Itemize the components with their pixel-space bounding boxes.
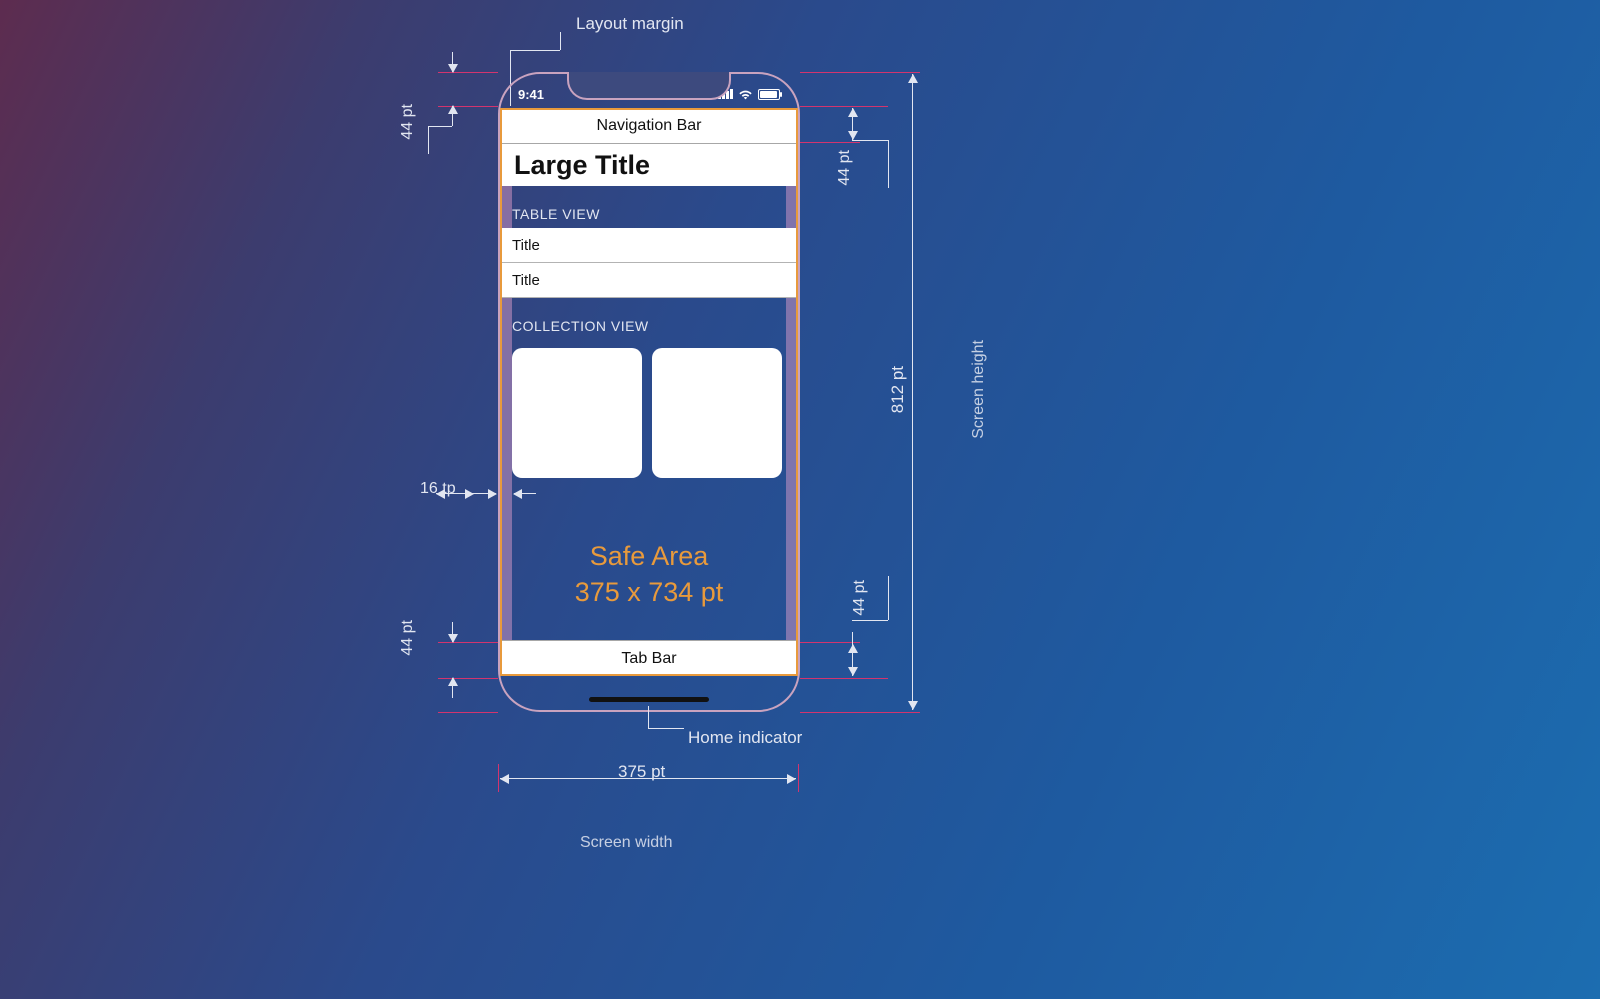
diagram-canvas: Layout margin 9:41 Navigation Bar Large … xyxy=(0,0,1600,999)
dim-margin-label: 16 tp xyxy=(420,480,456,498)
lead-line xyxy=(560,32,561,50)
dim-arrow xyxy=(452,106,453,126)
lead-line xyxy=(648,706,649,728)
dim-width-label: 375 pt xyxy=(612,762,671,782)
dim-tabbar-right-label: 44 pt xyxy=(851,580,869,616)
dim-rule xyxy=(800,642,860,643)
label-layout-margin: Layout margin xyxy=(576,14,684,34)
lead-line xyxy=(428,126,429,154)
dim-arrow xyxy=(452,678,453,698)
navigation-bar: Navigation Bar xyxy=(500,108,798,144)
dim-arrow xyxy=(452,622,453,642)
dim-rule xyxy=(800,106,888,107)
dim-rule xyxy=(438,642,498,643)
table-row: Title xyxy=(500,263,798,298)
collection-card xyxy=(512,348,642,478)
phone-frame: 9:41 Navigation Bar Large Title TABLE VI… xyxy=(498,72,800,712)
lead-line xyxy=(888,576,889,620)
lead-line xyxy=(648,728,684,729)
safe-area-title: Safe Area xyxy=(500,538,798,574)
lead-line xyxy=(428,126,452,127)
phone-notch xyxy=(567,72,731,100)
dim-arrow xyxy=(912,74,913,710)
dim-arrow xyxy=(852,108,853,140)
lead-line xyxy=(852,620,888,621)
dim-navbar-label: 44 pt xyxy=(836,150,854,186)
dim-rule xyxy=(800,72,920,73)
dim-rule xyxy=(438,712,498,713)
dim-arrow xyxy=(452,52,453,72)
label-screen-width: Screen width xyxy=(580,834,673,852)
collection-view-header: COLLECTION VIEW xyxy=(500,298,798,340)
lead-line xyxy=(852,632,853,644)
lead-line xyxy=(510,50,560,51)
safe-area-dims: 375 x 734 pt xyxy=(500,574,798,610)
safe-area-text: Safe Area 375 x 734 pt xyxy=(500,538,798,611)
dim-arrow xyxy=(474,493,496,494)
label-screen-height: Screen height xyxy=(970,340,988,439)
dim-rule xyxy=(800,712,920,713)
wifi-icon xyxy=(738,89,753,100)
dim-rule xyxy=(438,678,498,679)
dim-rule xyxy=(798,764,799,792)
collection-view xyxy=(500,340,798,478)
battery-icon xyxy=(758,89,780,100)
label-home-indicator: Home indicator xyxy=(688,728,802,748)
phone-content: Navigation Bar Large Title TABLE VIEW Ti… xyxy=(500,108,798,676)
dim-rule xyxy=(800,142,860,143)
dim-rule xyxy=(800,678,888,679)
table-row: Title xyxy=(500,228,798,263)
dim-arrow xyxy=(852,644,853,676)
table-view-header: TABLE VIEW xyxy=(500,186,798,228)
large-title: Large Title xyxy=(500,144,798,186)
lead-line xyxy=(852,140,888,141)
lead-line xyxy=(888,140,889,188)
dim-rule xyxy=(438,72,498,73)
dim-tabbar-left-label: 44 pt xyxy=(399,620,417,656)
dim-rule xyxy=(438,106,498,107)
dim-height-label: 812 pt xyxy=(888,366,908,413)
dim-status-bar-label: 44 pt xyxy=(399,104,417,140)
collection-card xyxy=(652,348,782,478)
status-time: 9:41 xyxy=(518,87,544,102)
home-indicator-bar xyxy=(589,697,709,702)
dim-rule xyxy=(498,764,499,792)
tab-bar: Tab Bar xyxy=(500,640,798,676)
